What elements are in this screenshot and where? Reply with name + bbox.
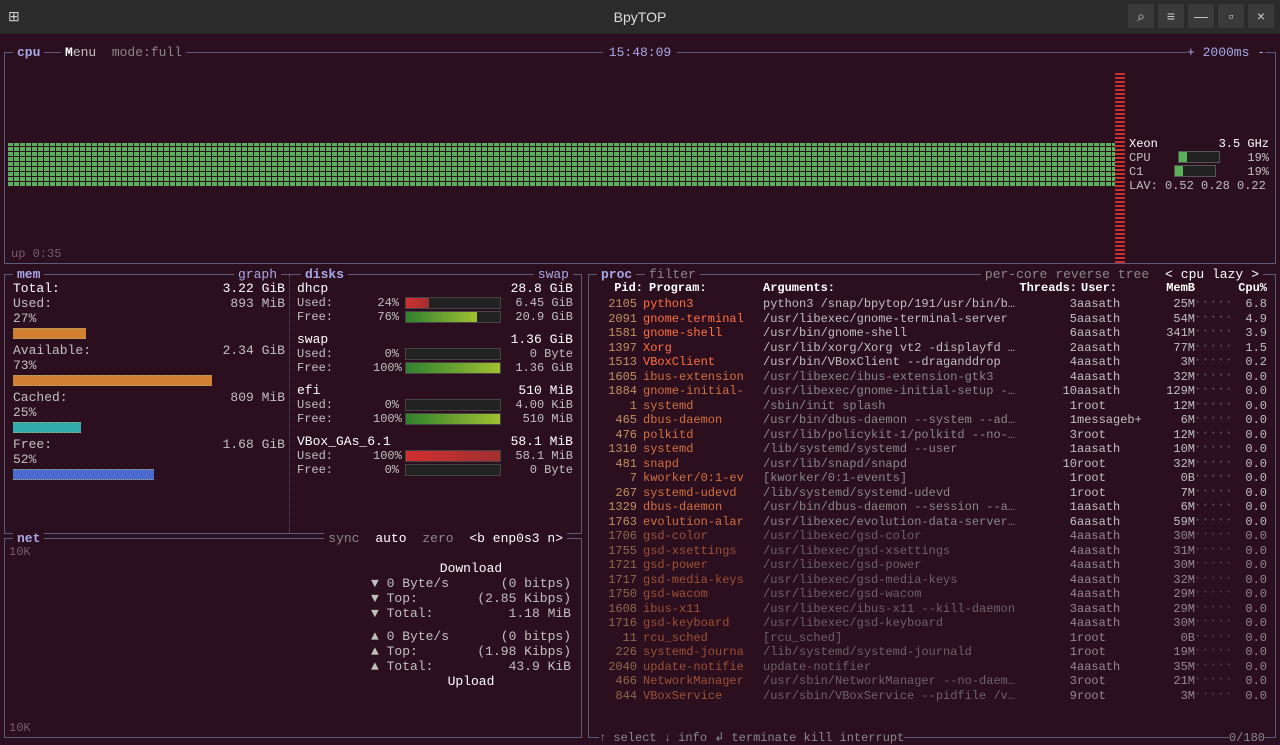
uptime: up 0:35 — [11, 247, 61, 261]
disks-title: disks — [301, 267, 348, 282]
proc-filter[interactable]: filter — [645, 267, 700, 282]
table-row[interactable]: 465dbus-daemon/usr/bin/dbus-daemon --sys… — [597, 413, 1267, 428]
table-row[interactable]: 1581gnome-shell/usr/bin/gnome-shell6 aas… — [597, 326, 1267, 341]
proc-tabs[interactable]: per-corereversetree <cpu lazy> — [981, 267, 1263, 282]
cpu-title: cpu — [13, 45, 44, 60]
table-row[interactable]: 1systemd/sbin/init splash1 root12M⠂⠂⠂⠂⠂0… — [597, 399, 1267, 414]
disk-dhcp: dhcp28.8 GiBUsed:24%6.45 GiBFree:76%20.9… — [297, 281, 573, 324]
table-row[interactable]: 1716gsd-keyboard/usr/libexec/gsd-keyboar… — [597, 616, 1267, 631]
table-row[interactable]: 11rcu_sched[rcu_sched]1 root0B⠂⠂⠂⠂⠂0.0 — [597, 631, 1267, 646]
table-row[interactable]: 7kworker/0:1-ev[kworker/0:1-events]1 roo… — [597, 471, 1267, 486]
window-title: BpyTOP — [614, 9, 667, 25]
proc-footer[interactable]: ↑ select ↓ info ↲ terminate kill interru… — [599, 730, 904, 745]
net-scale-bottom: 10K — [9, 721, 31, 735]
maximize-button[interactable]: ▫ — [1218, 4, 1244, 28]
proc-panel: proc filter per-corereversetree <cpu laz… — [588, 274, 1276, 738]
table-row[interactable]: 1310systemd/lib/systemd/systemd --user1 … — [597, 442, 1267, 457]
disk-swap: swap1.36 GiBUsed:0%0 ByteFree:100%1.36 G… — [297, 332, 573, 375]
net-title: net — [13, 531, 44, 546]
cpu-graph — [7, 143, 1125, 187]
table-row[interactable]: 2105python3python3 /snap/bpytop/191/usr/… — [597, 297, 1267, 312]
disk-VBox_GAs_6.1: VBox_GAs_6.158.1 MiBUsed:100%58.1 MiBFre… — [297, 434, 573, 477]
proc-title: proc — [597, 267, 636, 282]
table-row[interactable]: 1721gsd-power/usr/libexec/gsd-power4 aas… — [597, 558, 1267, 573]
table-row[interactable]: 1717gsd-media-keys/usr/libexec/gsd-media… — [597, 573, 1267, 588]
proc-page: 0/180 — [1229, 731, 1265, 745]
table-row[interactable]: 476polkitd/usr/lib/policykit-1/polkitd -… — [597, 428, 1267, 443]
net-stats: Download ▼ 0 Byte/s(0 bitps) ▼ Top:(2.85… — [371, 561, 571, 689]
table-row[interactable]: 226systemd-journa/lib/systemd/systemd-jo… — [597, 645, 1267, 660]
table-row[interactable]: 1884gnome-initial-/usr/libexec/gnome-ini… — [597, 384, 1267, 399]
table-row[interactable]: 2091gnome-terminal/usr/libexec/gnome-ter… — [597, 312, 1267, 327]
table-row[interactable]: 1763evolution-alar/usr/libexec/evolution… — [597, 515, 1267, 530]
cpu-graph-spike — [1115, 73, 1125, 263]
proc-header: Pid: Program: Arguments: Threads: User: … — [597, 281, 1267, 295]
net-scale-top: 10K — [9, 545, 31, 559]
menu-icon[interactable]: ≡ — [1158, 4, 1184, 28]
clock: 15:48:09 — [603, 45, 677, 60]
mem-panel: mem graph disks swap Total:3.22 GiB Used… — [4, 274, 582, 534]
app-icon: ⊞ — [8, 8, 20, 25]
cpu-panel: cpu MMenuenu mode:full 15:48:09 + 2000ms… — [4, 52, 1276, 264]
table-row[interactable]: 267systemd-udevd/lib/systemd/systemd-ude… — [597, 486, 1267, 501]
table-row[interactable]: 1605ibus-extension/usr/libexec/ibus-exte… — [597, 370, 1267, 385]
table-row[interactable]: 1750gsd-wacom/usr/libexec/gsd-wacom4 aas… — [597, 587, 1267, 602]
swap-title: swap — [534, 267, 573, 282]
minimize-button[interactable]: — — [1188, 4, 1214, 28]
table-row[interactable]: 1397Xorg/usr/lib/xorg/Xorg vt2 -displayf… — [597, 341, 1267, 356]
table-row[interactable]: 481snapd/usr/lib/snapd/snapd10 root32M⠂⠂… — [597, 457, 1267, 472]
cpu-menu[interactable]: MMenuenu mode:full — [61, 45, 186, 60]
close-button[interactable]: × — [1248, 4, 1274, 28]
table-row[interactable]: 1608ibus-x11/usr/libexec/ibus-x11 --kill… — [597, 602, 1267, 617]
load-average: LAV: 0.52 0.28 0.22 — [1129, 179, 1269, 193]
net-tabs[interactable]: sync auto zero <b enp0s3 n> — [324, 531, 567, 546]
table-row[interactable]: 1755gsd-xsettings/usr/libexec/gsd-xsetti… — [597, 544, 1267, 559]
table-row[interactable]: 844VBoxService/usr/sbin/VBoxService --pi… — [597, 689, 1267, 704]
mem-title: mem — [13, 267, 44, 282]
titlebar: ⊞ BpyTOP ⌕ ≡ — ▫ × — [0, 0, 1280, 34]
table-row[interactable]: 1513VBoxClient/usr/bin/VBoxClient --drag… — [597, 355, 1267, 370]
net-panel: net sync auto zero <b enp0s3 n> 10K 10K … — [4, 538, 582, 738]
update-interval[interactable]: + 2000ms - — [1187, 45, 1265, 60]
cpu-info: Xeon3.5 GHz CPU19%C119% LAV: 0.52 0.28 0… — [1129, 137, 1269, 193]
search-icon[interactable]: ⌕ — [1128, 4, 1154, 28]
table-row[interactable]: 2040update-notifieupdate-notifier4 aasat… — [597, 660, 1267, 675]
disk-efi: efi510 MiBUsed:0%4.00 KiBFree:100%510 Mi… — [297, 383, 573, 426]
table-row[interactable]: 1329dbus-daemon/usr/bin/dbus-daemon --se… — [597, 500, 1267, 515]
mem-graph-label[interactable]: graph — [234, 267, 281, 282]
table-row[interactable]: 466NetworkManager/usr/sbin/NetworkManage… — [597, 674, 1267, 689]
table-row[interactable]: 1706gsd-color/usr/libexec/gsd-color4 aas… — [597, 529, 1267, 544]
